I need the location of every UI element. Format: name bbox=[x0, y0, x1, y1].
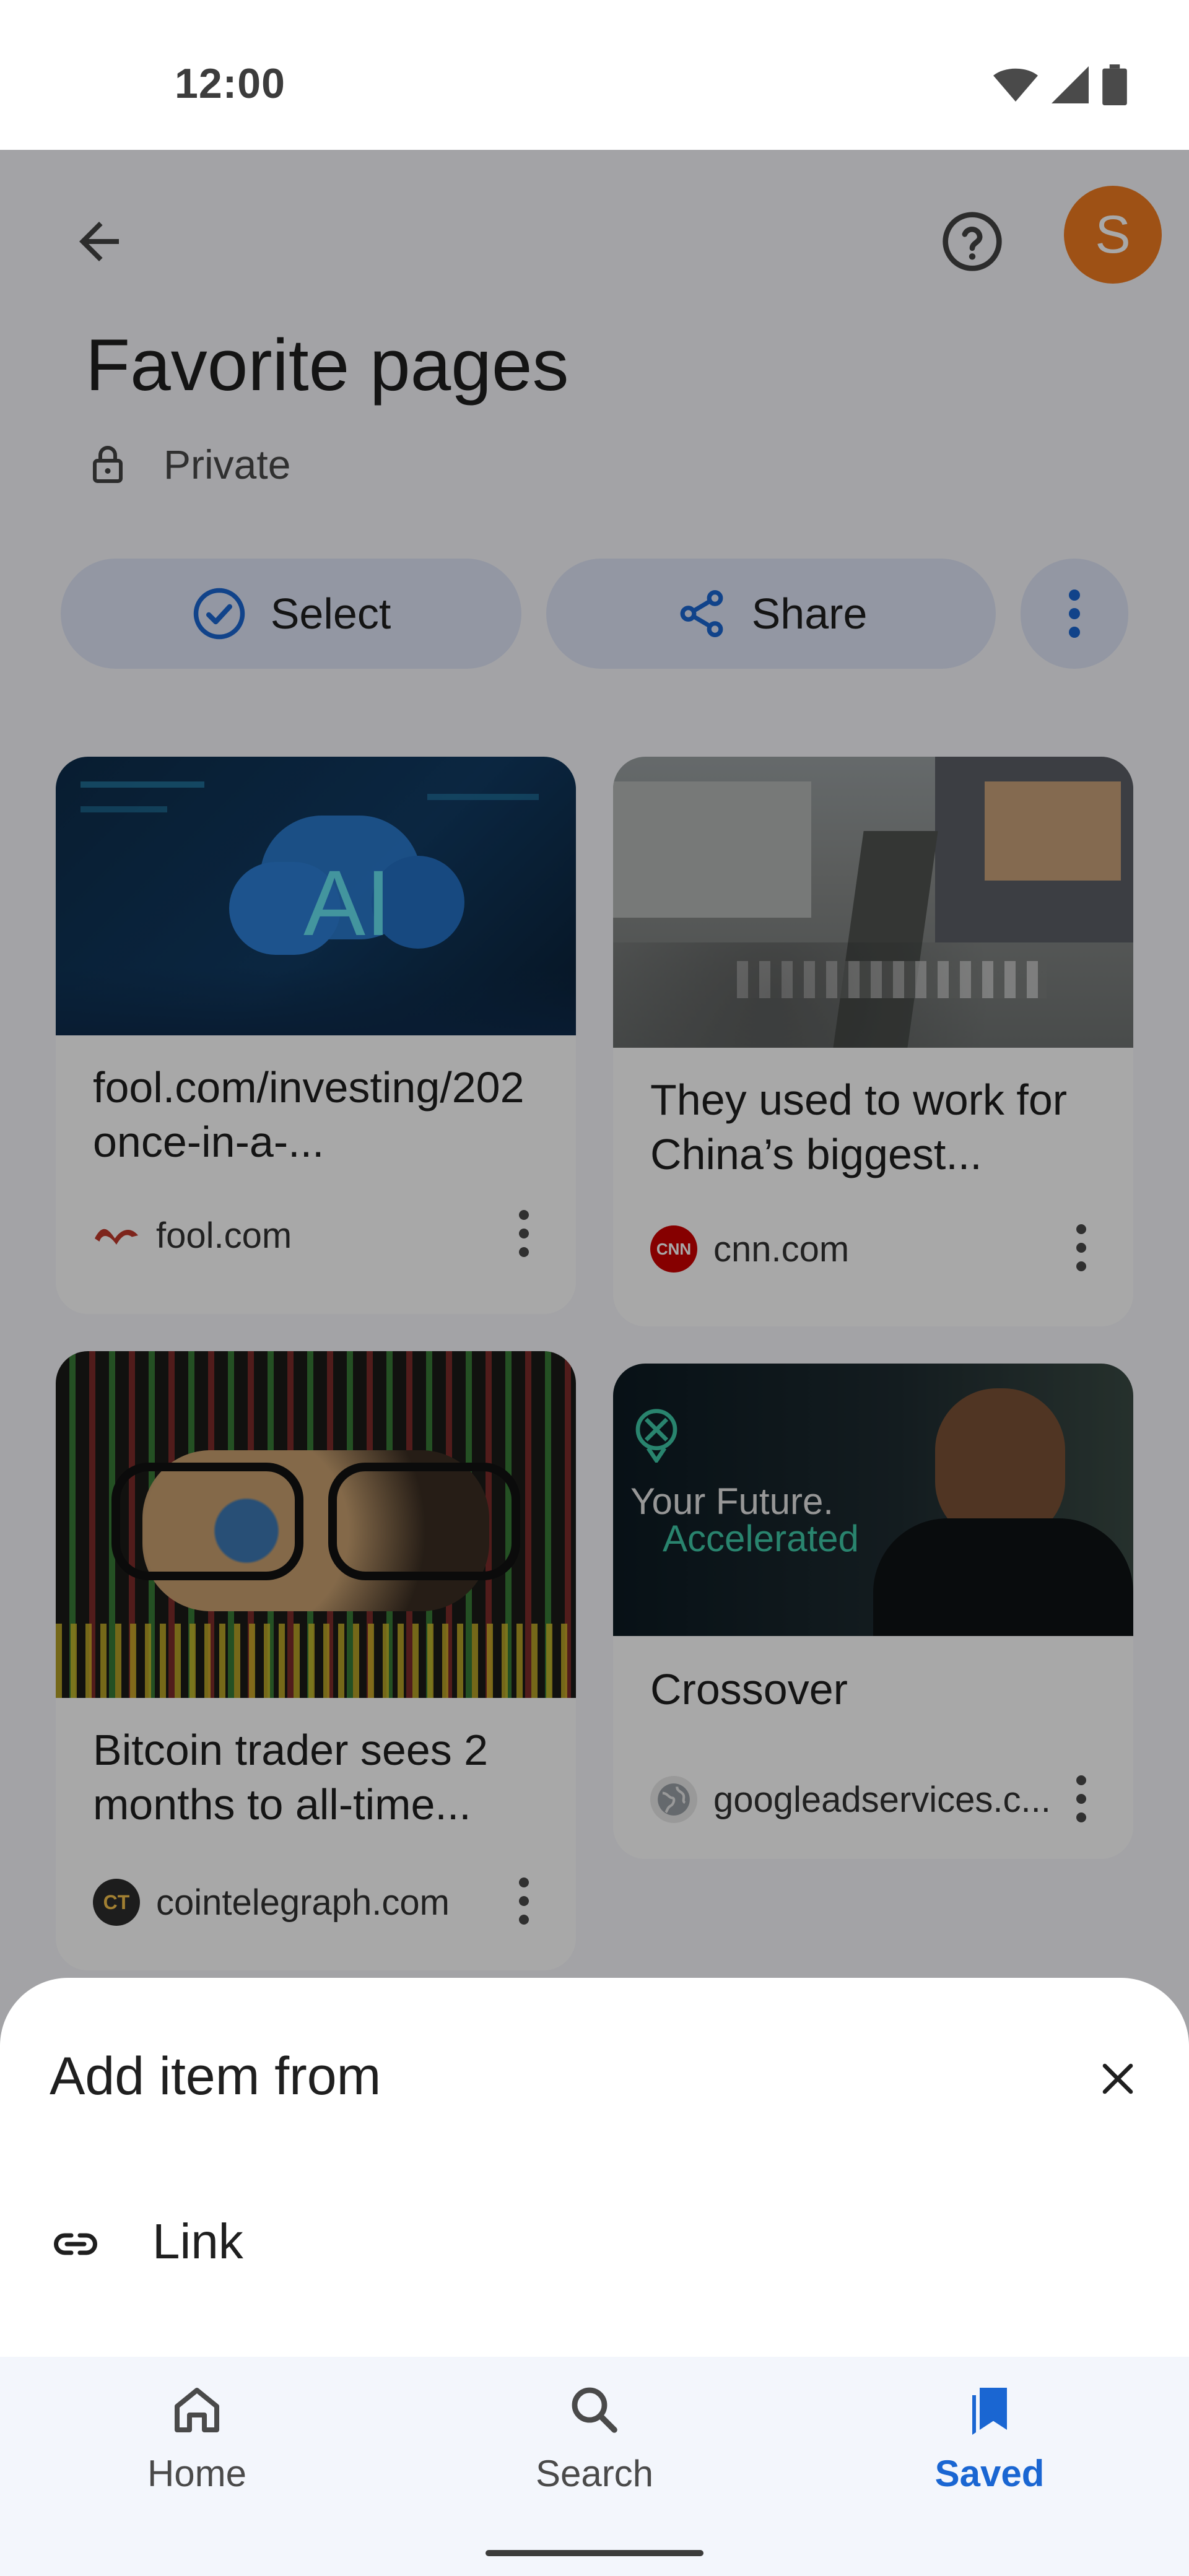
nav-saved[interactable]: Saved bbox=[853, 2380, 1126, 2517]
nav-home-label: Home bbox=[147, 2453, 247, 2494]
status-icons bbox=[993, 64, 1127, 105]
nav-search-label: Search bbox=[535, 2453, 654, 2494]
bottom-navigation: Home Search Saved bbox=[0, 2357, 1189, 2576]
wifi-icon bbox=[993, 68, 1038, 102]
status-bar: 12:00 bbox=[0, 0, 1189, 150]
search-icon bbox=[572, 2387, 617, 2433]
home-icon bbox=[175, 2388, 219, 2432]
bookmarks-icon bbox=[972, 2388, 1007, 2435]
close-icon bbox=[1102, 2063, 1133, 2094]
sheet-title: Add item from bbox=[50, 2047, 381, 2106]
home-indicator bbox=[486, 2550, 703, 2556]
status-time: 12:00 bbox=[175, 60, 285, 107]
add-link-option[interactable]: Link bbox=[0, 2182, 1189, 2306]
signal-icon bbox=[1052, 66, 1089, 103]
battery-icon bbox=[1102, 64, 1127, 105]
link-label: Link bbox=[152, 2214, 243, 2269]
nav-home[interactable]: Home bbox=[61, 2380, 333, 2517]
nav-search[interactable]: Search bbox=[458, 2380, 731, 2517]
link-icon bbox=[54, 2233, 97, 2255]
close-button[interactable] bbox=[1078, 2039, 1158, 2119]
nav-saved-label: Saved bbox=[934, 2453, 1045, 2494]
